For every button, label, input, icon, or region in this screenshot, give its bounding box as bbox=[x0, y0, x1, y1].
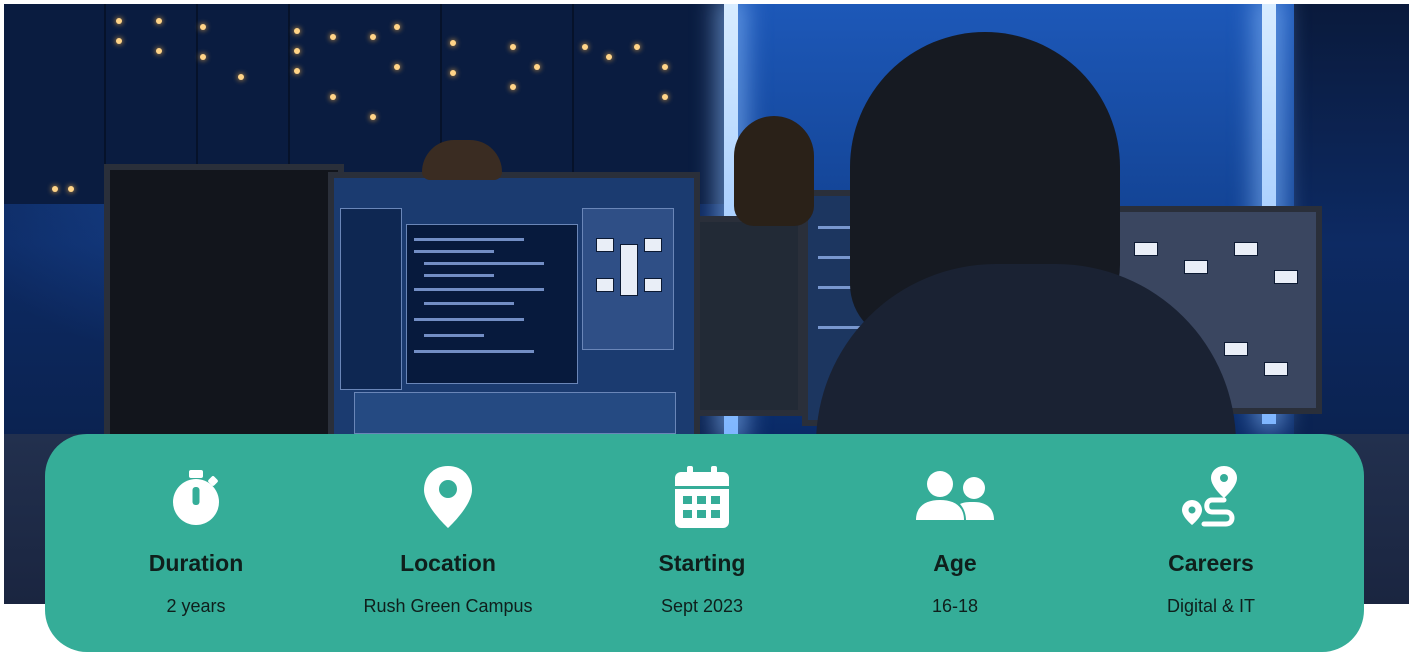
monitor-back bbox=[694, 216, 804, 416]
stat-value: 16-18 bbox=[931, 596, 979, 616]
stat-careers: Careers Digital & IT bbox=[1091, 434, 1331, 616]
stat-starting: Starting Sept 2023 bbox=[582, 434, 822, 616]
route-icon bbox=[1182, 466, 1237, 527]
stat-label: Starting bbox=[658, 550, 746, 576]
course-info-card: Duration 2 years Location Rush Green Cam… bbox=[45, 434, 1364, 652]
stat-value: Digital & IT bbox=[1166, 596, 1256, 616]
stat-label: Duration bbox=[148, 550, 244, 576]
monitor-back bbox=[104, 164, 344, 444]
stat-location: Location Rush Green Campus bbox=[328, 434, 568, 616]
calendar-icon bbox=[675, 466, 729, 528]
stopwatch-icon bbox=[173, 470, 219, 525]
stat-duration: Duration 2 years bbox=[76, 434, 316, 616]
person-background bbox=[734, 116, 814, 226]
stat-label: Location bbox=[400, 550, 496, 576]
stat-value: Rush Green Campus bbox=[363, 596, 533, 616]
users-icon bbox=[916, 471, 994, 520]
server-rack bbox=[4, 4, 106, 204]
stat-label: Careers bbox=[1168, 550, 1254, 576]
location-pin-icon bbox=[424, 466, 472, 528]
stat-age: Age 16-18 bbox=[835, 434, 1075, 616]
stat-value: Sept 2023 bbox=[660, 596, 744, 616]
stat-label: Age bbox=[933, 550, 977, 576]
main-monitor bbox=[328, 172, 700, 442]
stat-value: 2 years bbox=[166, 596, 226, 616]
monitor-screen bbox=[334, 178, 694, 436]
